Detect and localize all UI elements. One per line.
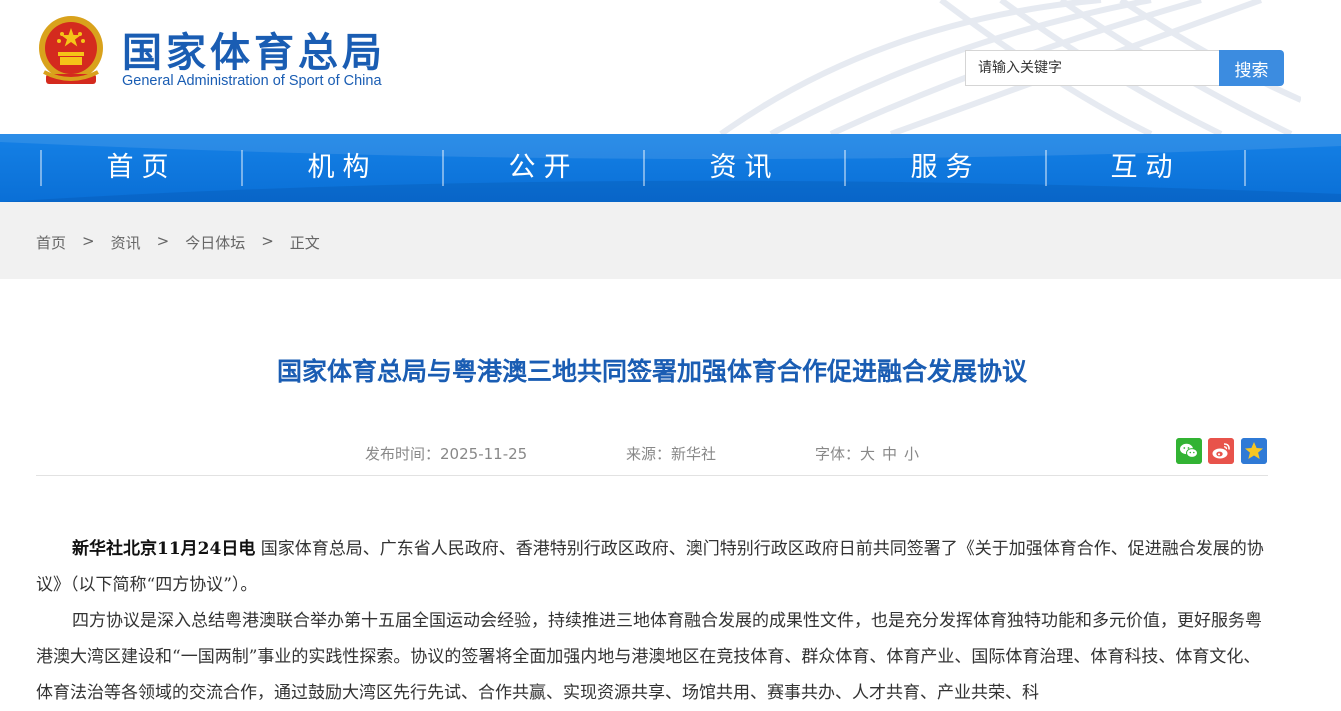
- breadcrumb: 首页 > 资讯 > 今日体坛 > 正文: [36, 232, 320, 253]
- article-body: 新华社北京11月24日电 国家体育总局、广东省人民政府、香港特别行政区政府、澳门…: [36, 531, 1268, 711]
- site-name-cn[interactable]: 国家体育总局: [122, 20, 386, 78]
- breadcrumb-bar: 首页 > 资讯 > 今日体坛 > 正文: [0, 202, 1341, 279]
- paragraph-2: 四方协议是深入总结粤港澳联合举办第十五届全国运动会经验，持续推进三地体育融合发展…: [36, 611, 1262, 703]
- source-value: 新华社: [671, 445, 717, 463]
- favorite-icon[interactable]: [1241, 438, 1267, 464]
- national-emblem-logo: [39, 16, 103, 84]
- weibo-icon[interactable]: [1208, 438, 1234, 464]
- breadcrumb-current: 正文: [289, 234, 320, 252]
- font-size-small[interactable]: 小: [904, 443, 919, 464]
- breadcrumb-separator: >: [261, 232, 274, 250]
- nav-interaction[interactable]: 互动: [1045, 150, 1246, 186]
- source-label: 来源：: [626, 445, 672, 463]
- article-source: 来源：新华社: [626, 443, 716, 464]
- site-header: 国家体育总局 General Administration of Sport o…: [0, 0, 1341, 134]
- font-size-large[interactable]: 大: [860, 443, 875, 464]
- publish-date-label: 发布时间：: [365, 445, 441, 463]
- breadcrumb-separator: >: [156, 232, 170, 250]
- nav-organization[interactable]: 机构: [241, 150, 442, 186]
- nav-home[interactable]: 首页: [40, 150, 241, 186]
- publish-date-value: 2025-11-25: [440, 445, 528, 463]
- dateline: 新华社北京11月24日电: [72, 539, 256, 559]
- breadcrumb-news[interactable]: 资讯: [111, 232, 141, 253]
- nav-news[interactable]: 资讯: [643, 150, 844, 186]
- nav-disclosure[interactable]: 公开: [442, 150, 643, 186]
- article-title: 国家体育总局与粤港澳三地共同签署加强体育合作促进融合发展协议: [276, 357, 1027, 386]
- site-name-en[interactable]: General Administration of Sport of China: [122, 73, 382, 89]
- breadcrumb-separator: >: [82, 232, 95, 250]
- font-size-label: 字体：: [815, 445, 861, 463]
- paragraph-1: 新华社北京11月24日电 国家体育总局、广东省人民政府、香港特别行政区政府、澳门…: [36, 531, 1268, 603]
- meta-divider: [36, 475, 1268, 476]
- publish-date: 发布时间：2025-11-25: [365, 443, 527, 464]
- search-input[interactable]: [965, 50, 1220, 86]
- font-size-selector: 字体： 大 中 小: [815, 443, 919, 464]
- wechat-icon[interactable]: [1176, 438, 1202, 464]
- nav-services[interactable]: 服务: [844, 150, 1045, 186]
- main-nav: 首页 机构 公开 资讯 服务 互动: [0, 134, 1341, 202]
- breadcrumb-home[interactable]: 首页: [36, 232, 66, 253]
- font-size-medium[interactable]: 中: [882, 443, 897, 464]
- search-button[interactable]: 搜索: [1219, 50, 1284, 86]
- breadcrumb-sports-today[interactable]: 今日体坛: [185, 232, 245, 253]
